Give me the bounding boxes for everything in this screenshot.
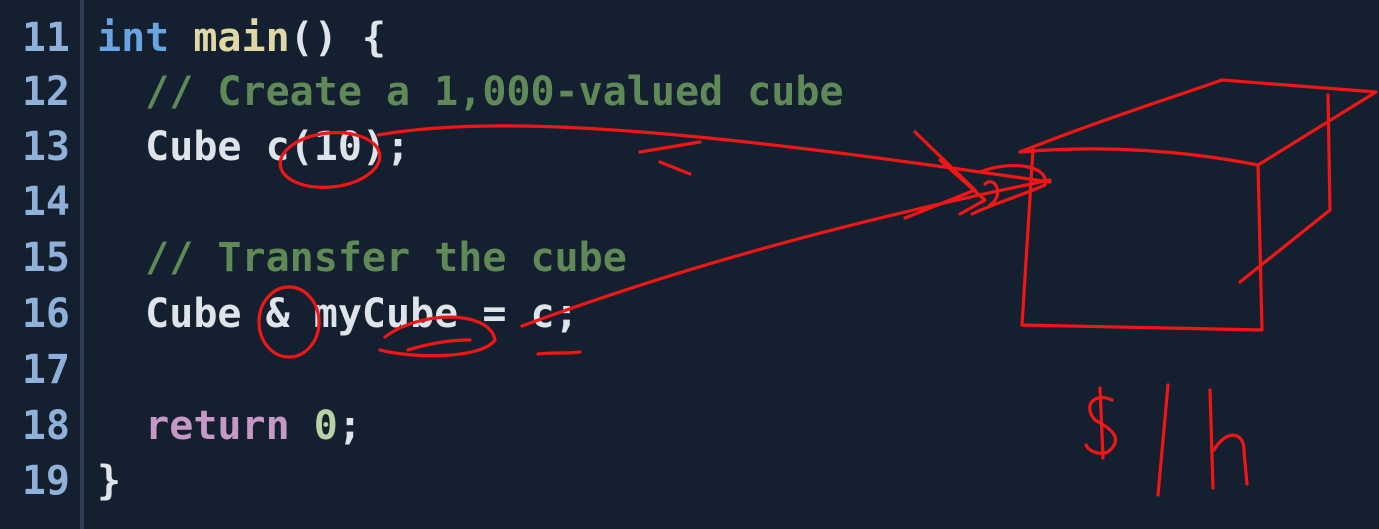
code-token: () { (289, 15, 386, 61)
code-token: Cube & myCube = c; (97, 291, 579, 337)
code-line-16[interactable]: 16 Cube & myCube = c; (0, 286, 1379, 342)
code-line-13[interactable]: 13 Cube c(10); (0, 119, 1379, 175)
code-line-15[interactable]: 15 // Transfer the cube (0, 230, 1379, 286)
code-editor[interactable]: 11 int main() {12 // Create a 1,000-value… (0, 0, 1379, 529)
code-line-17[interactable]: 17 (0, 342, 1379, 398)
code-text[interactable]: // Transfer the cube (97, 230, 627, 286)
line-number: 11 (21, 15, 70, 61)
code-text[interactable]: return 0; (97, 398, 362, 454)
code-token: // Transfer the cube (97, 235, 627, 281)
code-text[interactable]: Cube & myCube = c; (97, 286, 579, 342)
code-line-18[interactable]: 18 return 0; (0, 398, 1379, 454)
line-number: 17 (21, 347, 70, 393)
line-number: 13 (21, 124, 70, 170)
code-token: main (193, 15, 290, 61)
code-token: } (97, 458, 122, 504)
code-text[interactable]: Cube c(10); (97, 119, 410, 175)
code-token: // Create a 1,000-valued cube (97, 69, 844, 115)
code-token: return (145, 403, 290, 449)
code-token: 0 (313, 403, 338, 449)
code-token: Cube c(10); (97, 124, 411, 170)
line-number: 18 (21, 403, 70, 449)
code-line-12[interactable]: 12 // Create a 1,000-valued cube (0, 64, 1379, 120)
code-token: int (97, 15, 170, 61)
code-text[interactable]: int main() { (97, 10, 386, 66)
code-line-19[interactable]: 19} (0, 453, 1379, 509)
line-number: 12 (21, 69, 70, 115)
code-text[interactable]: // Create a 1,000-valued cube (97, 64, 844, 120)
code-line-14[interactable]: 14 (0, 174, 1379, 230)
line-number: 14 (21, 179, 70, 225)
code-token: ; (337, 403, 362, 449)
code-text[interactable]: } (97, 453, 121, 509)
line-number: 15 (21, 235, 70, 281)
line-number: 19 (21, 458, 70, 504)
line-number: 16 (21, 291, 70, 337)
code-line-11[interactable]: 11 int main() { (0, 10, 1379, 66)
